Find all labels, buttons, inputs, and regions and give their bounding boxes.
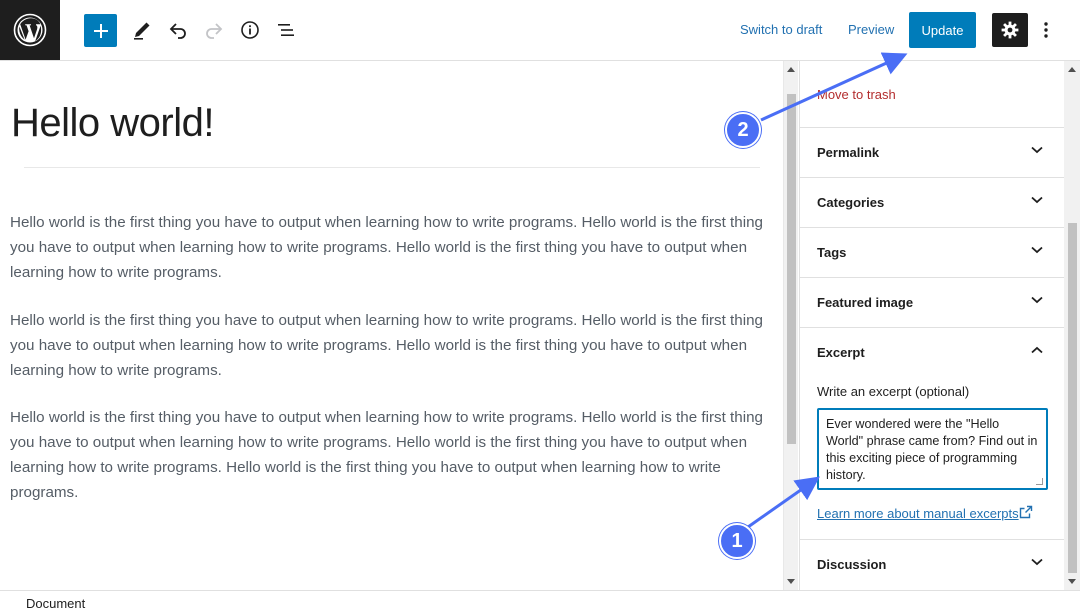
learn-more-excerpts-link[interactable]: Learn more about manual excerpts bbox=[817, 506, 1019, 521]
preview-button[interactable]: Preview bbox=[848, 22, 894, 37]
update-button[interactable]: Update bbox=[909, 12, 976, 48]
chevron-up-icon bbox=[1031, 346, 1043, 354]
panel-featured-image[interactable]: Featured image bbox=[800, 277, 1064, 327]
annotation-badge-2: 2 bbox=[725, 112, 761, 148]
sidebar-scrollbar[interactable] bbox=[1064, 61, 1080, 590]
paragraph-block[interactable]: Hello world is the first thing you have … bbox=[10, 210, 770, 285]
panel-discussion[interactable]: Discussion bbox=[800, 539, 1064, 589]
chevron-down-icon bbox=[1031, 558, 1043, 566]
paragraph-block[interactable]: Hello world is the first thing you have … bbox=[10, 405, 770, 505]
add-block-button[interactable] bbox=[84, 14, 117, 47]
more-vertical-icon bbox=[1044, 22, 1048, 38]
panel-title: Categories bbox=[817, 195, 885, 210]
paragraph-block[interactable]: Hello world is the first thing you have … bbox=[10, 308, 770, 383]
title-divider bbox=[24, 167, 760, 168]
info-icon bbox=[241, 21, 259, 39]
panel-title: Excerpt bbox=[817, 345, 865, 360]
undo-icon bbox=[169, 23, 186, 39]
excerpt-label: Write an excerpt (optional) bbox=[817, 384, 970, 399]
tools-button[interactable] bbox=[127, 15, 157, 45]
gear-icon bbox=[1001, 21, 1019, 39]
move-to-trash-link[interactable]: Move to trash bbox=[817, 87, 896, 102]
chevron-down-icon bbox=[1031, 146, 1043, 154]
settings-button[interactable] bbox=[992, 13, 1028, 47]
chevron-down-icon bbox=[1031, 196, 1043, 204]
editor-canvas: Hello world! Hello world is the first th… bbox=[0, 61, 783, 590]
editor-scrollbar[interactable] bbox=[783, 61, 798, 590]
more-options-button[interactable] bbox=[1036, 15, 1056, 45]
switch-to-draft-button[interactable]: Switch to draft bbox=[740, 22, 822, 37]
undo-button[interactable] bbox=[163, 15, 193, 45]
excerpt-textarea[interactable]: Ever wondered were the "Hello World" phr… bbox=[817, 408, 1048, 490]
chevron-down-icon bbox=[1031, 296, 1043, 304]
pencil-icon bbox=[134, 22, 150, 40]
scroll-up-icon[interactable] bbox=[787, 67, 795, 72]
panel-title: Permalink bbox=[817, 145, 880, 160]
excerpt-text: Ever wondered were the "Hello World" phr… bbox=[826, 417, 1038, 482]
editor-header: Switch to draft Preview Update bbox=[0, 0, 1080, 61]
panel-title: Tags bbox=[817, 245, 847, 260]
block-breadcrumb-bar: Document bbox=[0, 590, 1080, 615]
list-view-icon bbox=[278, 24, 294, 36]
plus-icon bbox=[93, 23, 108, 38]
scroll-down-icon[interactable] bbox=[1068, 579, 1076, 584]
annotation-badge-1: 1 bbox=[719, 523, 755, 559]
details-button[interactable] bbox=[235, 15, 265, 45]
panel-categories[interactable]: Categories bbox=[800, 177, 1064, 227]
breadcrumb-document[interactable]: Document bbox=[26, 596, 85, 611]
wordpress-logo[interactable] bbox=[0, 0, 60, 60]
panel-title: Discussion bbox=[817, 557, 887, 572]
external-link-icon bbox=[1019, 505, 1033, 519]
scrollbar-thumb[interactable] bbox=[1068, 223, 1077, 573]
chevron-down-icon bbox=[1031, 246, 1043, 254]
wordpress-icon bbox=[13, 13, 47, 47]
post-title[interactable]: Hello world! bbox=[11, 101, 214, 146]
scroll-down-icon[interactable] bbox=[787, 579, 795, 584]
scroll-up-icon[interactable] bbox=[1068, 67, 1076, 72]
redo-icon bbox=[206, 23, 223, 39]
panel-excerpt[interactable]: Excerpt bbox=[800, 327, 1064, 377]
list-view-button[interactable] bbox=[271, 15, 301, 45]
redo-button[interactable] bbox=[199, 15, 229, 45]
resize-handle[interactable] bbox=[1036, 478, 1043, 485]
settings-sidebar: Move to trash Permalink Categories Tags … bbox=[799, 61, 1064, 590]
scrollbar-thumb[interactable] bbox=[787, 94, 796, 444]
panel-title: Featured image bbox=[817, 295, 914, 310]
panel-permalink[interactable]: Permalink bbox=[800, 127, 1064, 177]
panel-tags[interactable]: Tags bbox=[800, 227, 1064, 277]
